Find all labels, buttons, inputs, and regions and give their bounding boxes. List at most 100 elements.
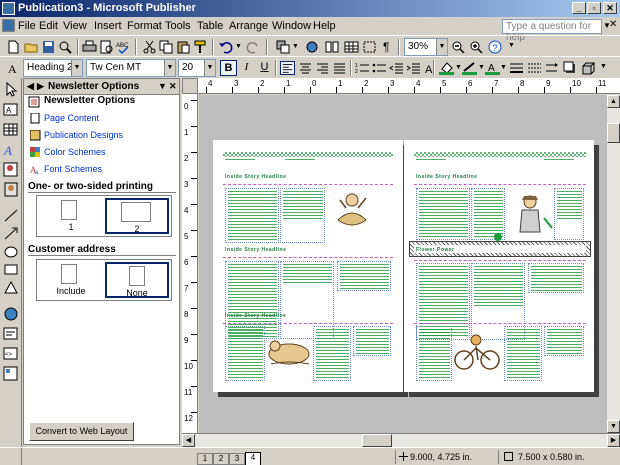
convert-to-web-layout-button[interactable]: Convert to Web Layout [29,422,134,441]
link-page-content[interactable]: Page Content [44,113,99,123]
spelling-icon[interactable]: ABC [116,40,131,54]
print-preview-icon[interactable] [99,40,114,54]
menu-help[interactable]: Help [313,20,336,32]
html-fragment-icon[interactable]: <> [3,346,19,361]
toolbar-options-arrow[interactable]: ▼ [508,42,515,49]
font-select[interactable]: Tw Cen MT ▼ [86,59,176,77]
3d-style-icon[interactable] [581,61,596,75]
menu-format[interactable]: Format [127,20,162,32]
text-box[interactable] [554,188,584,240]
cut-icon[interactable] [142,40,157,54]
link-font-schemes[interactable]: Font Schemes [44,164,102,174]
one-sided-option[interactable]: 1 [39,198,103,234]
new-icon[interactable] [6,40,21,54]
justify-icon[interactable] [332,61,347,75]
table-icon[interactable] [344,40,359,54]
line-color-icon[interactable] [462,61,477,75]
boundaries-icon[interactable] [362,40,377,54]
decrease-indent-icon[interactable] [389,61,404,75]
selected-heading-frame[interactable]: Flower Power [409,241,591,257]
text-box[interactable] [471,188,505,240]
arrow-style-icon[interactable] [545,61,560,75]
task-pane-close-icon[interactable]: ✕ [169,81,177,92]
menu-tools[interactable]: Tools [165,20,191,32]
line-color-arrow[interactable]: ▼ [478,64,485,71]
menu-window[interactable]: Window [272,20,311,32]
styles-icon[interactable]: A [6,61,21,75]
numbering-icon[interactable]: 12 [355,61,370,75]
text-box[interactable] [416,326,452,381]
menu-table[interactable]: Table [197,20,223,32]
pilcrow-icon[interactable]: ¶ [383,40,389,54]
text-box-icon[interactable]: A [3,102,19,117]
undo-dropdown-arrow[interactable]: ▼ [235,43,242,50]
clipart-reclining-figure-image[interactable] [265,330,313,372]
bold-button[interactable]: B [220,60,237,76]
ask-question-input[interactable]: Type a question for help [502,19,602,43]
picture-frame-icon[interactable] [3,162,19,177]
text-box[interactable] [544,326,584,356]
line-tool-icon[interactable] [3,208,19,223]
redo-icon[interactable] [246,40,261,54]
bullets-icon[interactable] [372,61,387,75]
arrow-tool-icon[interactable] [3,226,19,241]
text-box[interactable] [353,326,391,356]
wordart-icon[interactable]: A [3,142,19,157]
text-box[interactable] [280,188,325,243]
horizontal-scrollbar[interactable]: ◀ ▶ [182,433,620,447]
menu-file[interactable]: File [18,20,36,32]
back-arrow-icon[interactable]: ◀ [27,81,34,92]
italic-button[interactable]: I [238,60,255,76]
font-color-icon[interactable]: A [485,61,500,75]
chevron-down-icon[interactable]: ▼ [164,60,175,76]
font-size-select[interactable]: 20 ▼ [178,59,216,77]
paste-icon[interactable] [176,40,191,54]
text-box[interactable] [337,261,391,291]
arrange-dropdown-arrow[interactable]: ▼ [292,43,299,50]
style-select[interactable]: Heading 2 ▼ [23,59,83,77]
menu-insert[interactable]: Insert [94,20,122,32]
clip-organizer-icon[interactable] [3,182,19,197]
align-right-icon[interactable] [315,61,330,75]
insert-hyperlink-icon[interactable] [305,40,320,54]
copy-icon[interactable] [159,40,174,54]
save-icon[interactable] [41,40,56,54]
story-headline[interactable]: Inside Story Headline [225,313,286,319]
page-tab-3[interactable]: 3 [229,453,245,465]
design-gallery-icon[interactable] [3,366,19,381]
page-tab-1[interactable]: 1 [197,453,213,465]
two-sided-option[interactable]: 2 [105,198,169,234]
page-tab-2[interactable]: 2 [213,453,229,465]
horizontal-ruler[interactable]: 43210123456789101112 [198,78,620,94]
undo-icon[interactable] [218,40,233,54]
align-left-icon[interactable] [280,61,295,75]
shadow-style-icon[interactable] [563,61,578,75]
open-icon[interactable] [24,40,39,54]
menu-view[interactable]: View [63,20,87,32]
clipart-gardener-image[interactable] [508,192,554,238]
chevron-down-icon[interactable]: ▼ [204,60,215,76]
vertical-ruler[interactable]: 0 1 2 3 4 5 6 7 8 9 10 11 12 [182,94,198,433]
horizontal-scroll-thumb[interactable] [362,434,392,447]
scroll-right-button[interactable]: ▶ [607,434,620,447]
font-size-icon[interactable]: A [424,61,439,75]
ruler-corner[interactable] [182,78,198,94]
story-headline[interactable]: Inside Story Headline [225,174,286,180]
rectangle-tool-icon[interactable] [3,262,19,277]
text-box[interactable] [313,326,351,381]
link-color-schemes[interactable]: Color Schemes [44,147,106,157]
include-address-option[interactable]: Include [39,262,103,298]
task-pane-menu-arrow[interactable]: ▼ [158,81,167,91]
insert-table-icon[interactable] [3,122,19,137]
scroll-down-button[interactable]: ▼ [607,420,620,433]
increase-indent-icon[interactable] [406,61,421,75]
document-icon[interactable] [2,19,15,32]
text-box[interactable] [528,263,584,293]
text-box[interactable] [504,326,542,381]
fill-color-arrow[interactable]: ▼ [455,64,462,71]
text-box[interactable] [225,188,279,243]
line-style-icon[interactable] [509,61,524,75]
text-box[interactable] [225,326,265,381]
zoom-out-icon[interactable] [451,40,466,54]
none-address-option[interactable]: None [105,262,169,298]
